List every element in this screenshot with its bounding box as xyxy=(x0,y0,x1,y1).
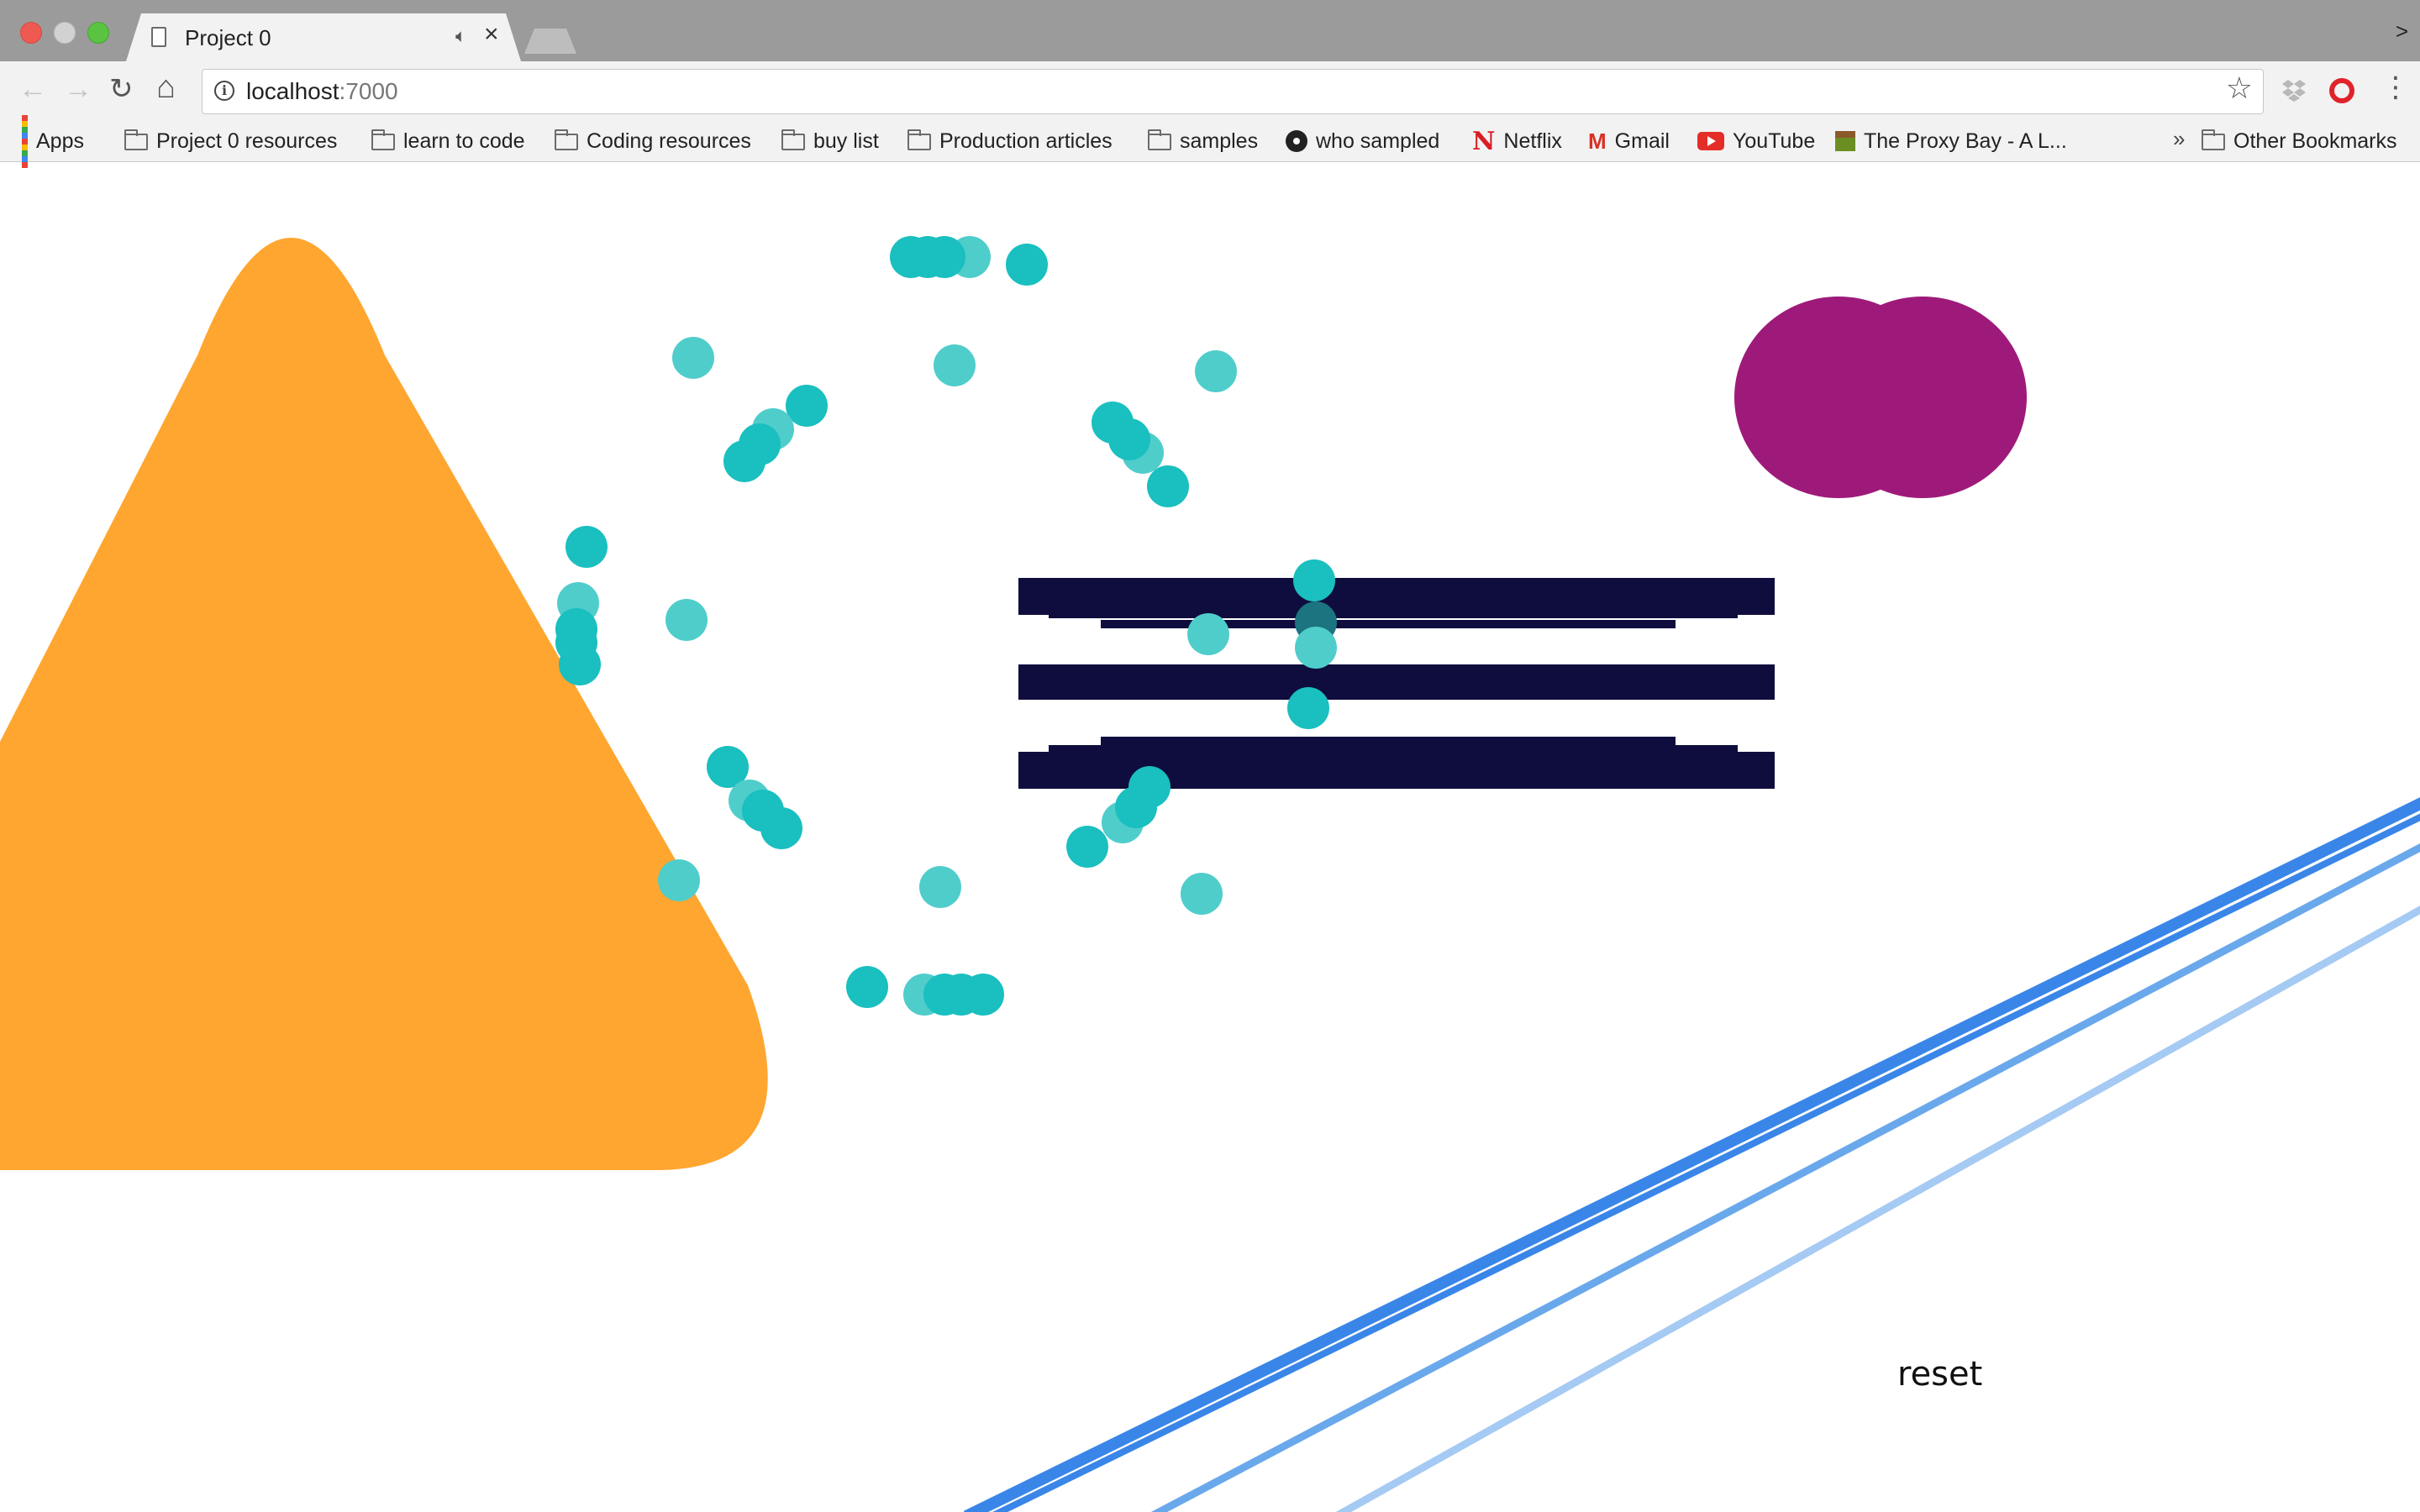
folder-icon xyxy=(124,129,148,150)
new-tab-button[interactable] xyxy=(524,29,576,54)
bookmark-label: YouTube xyxy=(1733,129,1816,153)
folder-icon xyxy=(781,129,805,150)
bookmarks-bar: Apps Project 0 resources learn to code C… xyxy=(0,114,2420,168)
reload-icon[interactable]: ↻ xyxy=(109,75,134,103)
close-window-button[interactable] xyxy=(20,22,42,44)
bookmark-label: who sampled xyxy=(1316,129,1440,153)
bookmark-label: Project 0 resources xyxy=(156,129,338,153)
reset-button[interactable]: reset xyxy=(1897,1355,1982,1394)
home-icon[interactable]: ⌂ xyxy=(156,71,176,103)
browser-menu-icon[interactable]: ⋮ xyxy=(2381,73,2410,102)
teal-circles-ring xyxy=(555,236,1337,1016)
bookmark-proxy-bay[interactable]: The Proxy Bay - A L... xyxy=(1835,124,2067,158)
bookmark-gmail[interactable]: M Gmail xyxy=(1588,124,1670,158)
bookmark-coding-resources[interactable]: Coding resources xyxy=(555,124,751,158)
bookmark-label: learn to code xyxy=(403,129,525,153)
bookmark-who-sampled[interactable]: who sampled xyxy=(1286,124,1439,158)
folder-icon xyxy=(908,129,931,150)
bookmark-netflix[interactable]: N Netflix xyxy=(1472,124,1562,158)
purple-blob-shape xyxy=(1734,297,2027,498)
folder-icon xyxy=(1148,129,1171,150)
tabstrip-more-icon[interactable]: > xyxy=(2396,18,2408,45)
bookmark-learn-to-code[interactable]: learn to code xyxy=(371,124,525,158)
address-bar[interactable]: i localhost:7000 ☆ xyxy=(202,69,2264,114)
dropbox-icon[interactable] xyxy=(2282,80,2306,102)
bookmark-label: Production articles xyxy=(939,129,1113,153)
netflix-icon: N xyxy=(1472,126,1496,156)
animation-canvas xyxy=(0,236,2420,1512)
bookmark-project-0-resources[interactable]: Project 0 resources xyxy=(124,124,337,158)
opera-vpn-icon[interactable] xyxy=(2329,78,2354,103)
bookmark-label: Gmail xyxy=(1614,129,1670,153)
bookmark-label: buy list xyxy=(813,129,879,153)
bookmark-production-articles[interactable]: Production articles xyxy=(908,124,1113,158)
folder-icon xyxy=(371,129,395,150)
bookmark-label: Coding resources xyxy=(587,129,751,153)
bookmark-label: The Proxy Bay - A L... xyxy=(1864,129,2067,153)
speaker-icon[interactable]: 🔈︎ xyxy=(455,25,466,47)
bookmark-other-bookmarks[interactable]: Other Bookmarks xyxy=(2202,124,2397,158)
browser-titlebar: Project 0 🔈︎ × > xyxy=(0,0,2420,61)
bookmark-star-icon[interactable]: ☆ xyxy=(2226,73,2253,103)
bookmark-label: samples xyxy=(1180,129,1259,153)
vinyl-icon xyxy=(1286,130,1307,152)
bookmark-samples[interactable]: samples xyxy=(1148,124,1258,158)
back-icon[interactable]: ← xyxy=(18,75,47,103)
bookmark-label: Other Bookmarks xyxy=(2233,129,2397,153)
bookmarks-overflow-icon[interactable]: » xyxy=(2173,126,2185,152)
page-icon xyxy=(151,27,166,47)
apps-grid-icon xyxy=(22,114,28,168)
zoom-window-button[interactable] xyxy=(87,22,109,44)
tab-project-0[interactable]: Project 0 🔈︎ × xyxy=(126,13,521,61)
bookmark-buy-list[interactable]: buy list xyxy=(781,124,879,158)
blue-diagonal-lines xyxy=(963,797,2420,1512)
bookmark-label: Netflix xyxy=(1503,129,1562,153)
folder-icon xyxy=(555,129,578,150)
bookmark-label: Apps xyxy=(36,129,84,153)
forward-icon[interactable]: → xyxy=(64,75,92,103)
tab-title: Project 0 xyxy=(185,25,271,50)
minecraft-block-icon xyxy=(1835,131,1855,151)
bookmark-youtube[interactable]: YouTube xyxy=(1697,124,1815,158)
bookmark-apps[interactable]: Apps xyxy=(22,114,84,168)
gmail-icon: M xyxy=(1588,128,1607,154)
info-icon[interactable]: i xyxy=(214,81,234,101)
address-url[interactable]: localhost:7000 xyxy=(246,78,398,105)
minimize-window-button[interactable] xyxy=(54,22,76,44)
youtube-icon xyxy=(1697,132,1724,150)
browser-toolbar: ← → ↻ ⌂ i localhost:7000 ☆ ⋮ xyxy=(0,61,2420,123)
orange-triangle-shape xyxy=(0,238,768,1170)
close-tab-icon[interactable]: × xyxy=(484,22,499,47)
page-viewport: reset xyxy=(0,162,2420,1512)
dark-bars-shape xyxy=(1018,578,1775,789)
folder-icon xyxy=(2202,129,2225,150)
